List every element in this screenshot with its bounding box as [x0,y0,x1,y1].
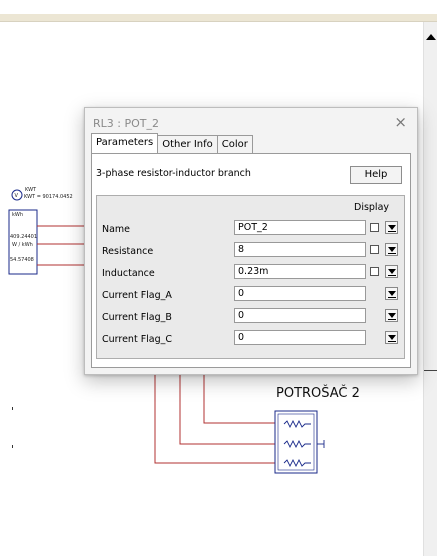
meter-reading-3: 54.57408 [10,257,34,263]
parameters-panel: 3-phase resistor-inductor branch Help Di… [91,153,411,368]
rl-load-block[interactable] [274,410,325,474]
scroll-up-icon[interactable] [426,34,436,40]
param-row-resistance: Resistance 8 [97,240,406,260]
dropdown-bar [388,253,396,254]
dropdown-inductance[interactable] [385,265,398,278]
dropdown-bar [388,275,396,276]
meter-block[interactable]: V KWT KWT = 90174.0452 kWh 409.24401 W /… [8,187,92,275]
param-label: Resistance [102,246,154,257]
chevron-down-icon [388,313,396,318]
node-mark-1 [12,407,13,410]
param-row-current-flag-a: Current Flag_A 0 [97,284,406,304]
wire-phase-c [203,374,275,424]
dropdown-current-flag-c[interactable] [385,331,398,344]
param-label: Name [102,224,131,235]
component-dialog[interactable]: RL3 : POT_2 × Parameters Other Info Colo… [84,107,418,375]
display-checkbox-inductance[interactable] [370,267,379,276]
chevron-down-icon [388,247,396,252]
dropdown-bar [388,319,396,320]
param-row-name: Name POT_2 [97,218,406,238]
vertical-scrollbar[interactable] [423,22,437,556]
rl-load-inner-box [277,413,315,471]
display-checkbox-name[interactable] [370,223,379,232]
meter-symbol: V [15,193,19,199]
dropdown-bar [388,231,396,232]
current-flag-c-field[interactable]: 0 [234,330,366,345]
help-button[interactable]: Help [350,166,402,184]
param-label: Inductance [102,268,155,279]
tab-other-info[interactable]: Other Info [157,135,218,153]
dropdown-resistance[interactable] [385,243,398,256]
tab-color[interactable]: Color [216,135,253,153]
dropdown-name[interactable] [385,221,398,234]
inductance-field[interactable]: 0.23m [234,264,366,279]
dropdown-bar [388,341,396,342]
param-row-inductance: Inductance 0.23m [97,262,406,282]
tab-parameters[interactable]: Parameters [91,133,159,153]
parameter-grid: Display Name POT_2 Resistance 8 Inductan… [96,195,405,359]
close-icon[interactable]: × [394,113,407,131]
resistance-field[interactable]: 8 [234,242,366,257]
node-mark-2 [12,445,13,448]
display-header: Display [354,202,390,213]
param-label: Current Flag_C [102,334,173,345]
meter-top-label: kWh [12,212,23,218]
resistor-c-icon [283,458,311,468]
param-label: Current Flag_A [102,290,172,301]
chevron-down-icon [388,269,396,274]
chevron-down-icon [388,225,396,230]
meter-name: KWT [25,187,37,193]
meter-reading-2: W / kWh [12,242,33,248]
param-label: Current Flag_B [102,312,172,323]
rl-load-box [274,410,318,474]
resistor-a-icon [283,419,311,429]
meter-reading-1: 409.24401 [10,234,37,240]
tab-bar: Parameters Other Info Color [91,133,253,153]
dropdown-current-flag-b[interactable] [385,309,398,322]
param-row-current-flag-b: Current Flag_B 0 [97,306,406,326]
wires-to-load[interactable] [154,374,275,464]
param-row-current-flag-c: Current Flag_C 0 [97,328,406,348]
component-description: 3-phase resistor-inductor branch [96,168,251,179]
dropdown-bar [388,297,396,298]
name-field[interactable]: POT_2 [234,220,366,235]
meter-value: KWT = 90174.0452 [24,194,73,200]
chevron-down-icon [388,335,396,340]
wire-phase-a [154,374,275,464]
dropdown-current-flag-a[interactable] [385,287,398,300]
display-checkbox-resistance[interactable] [370,245,379,254]
current-flag-a-field[interactable]: 0 [234,286,366,301]
dialog-title: RL3 : POT_2 [93,117,159,130]
wire-phase-b [179,374,275,445]
current-flag-b-field[interactable]: 0 [234,308,366,323]
chevron-down-icon [388,291,396,296]
load-label: POTROŠAČ 2 [276,386,360,401]
scroll-thumb[interactable] [424,370,437,371]
resistor-b-icon [283,439,311,449]
